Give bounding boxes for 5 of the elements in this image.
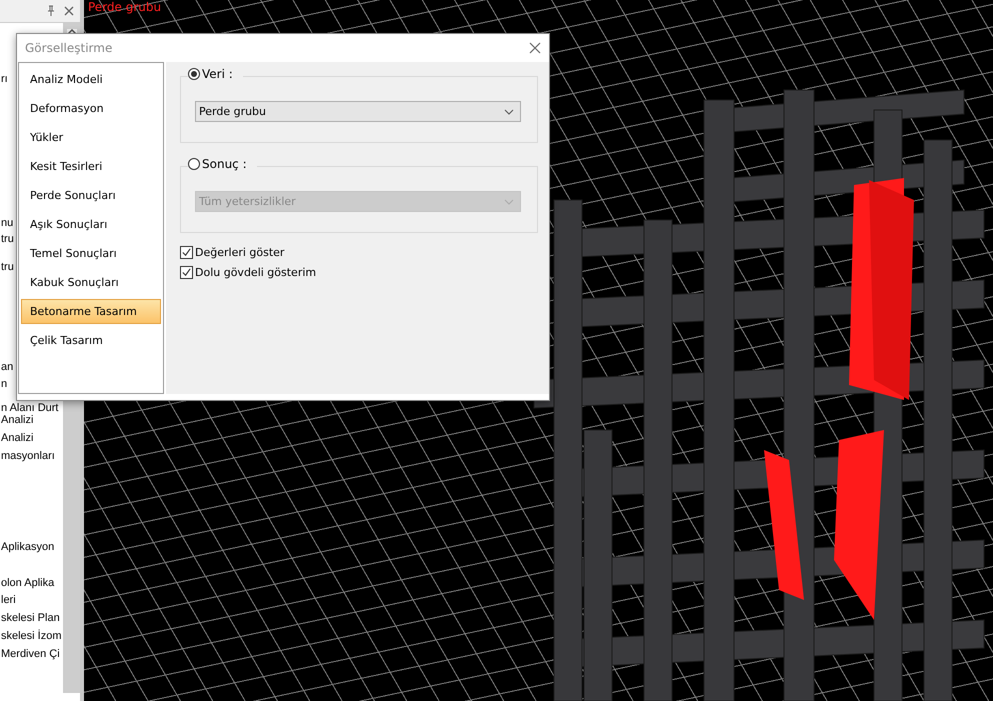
radio-label: Sonuç : <box>202 157 247 171</box>
view-label: Perde grubu <box>88 0 162 14</box>
radio-label: Veri : <box>202 67 233 81</box>
checkbox-label: Değerleri göster <box>195 246 284 259</box>
checkbox-label: Dolu gövdeli gösterim <box>195 266 316 279</box>
